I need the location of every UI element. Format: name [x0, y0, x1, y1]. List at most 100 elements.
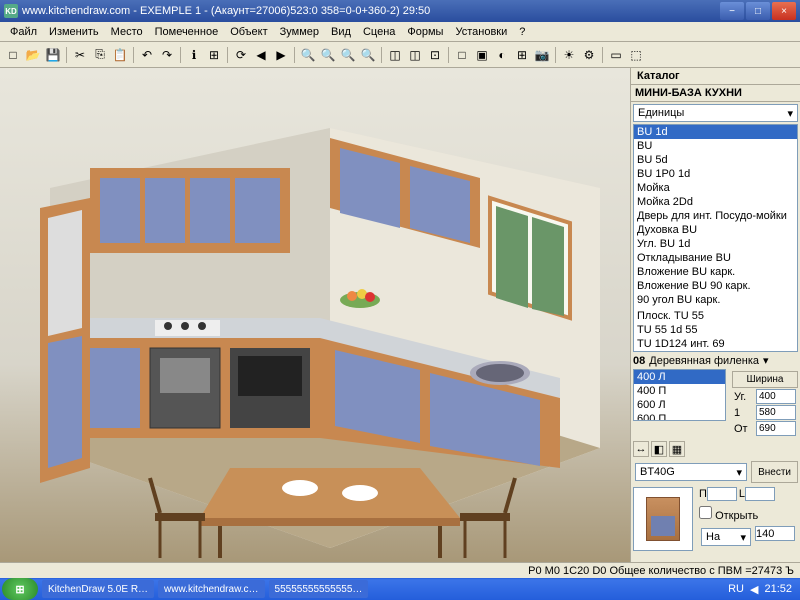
code-dropdown[interactable]: BT40G▾: [635, 463, 747, 481]
app-icon: KD: [4, 4, 18, 18]
chevron-down-icon: ▾: [787, 107, 793, 120]
list-item[interactable]: 600 Л: [634, 398, 725, 412]
width-button[interactable]: Ширина: [732, 371, 798, 388]
tray-icon[interactable]: ◀: [750, 583, 758, 596]
task-button[interactable]: www.kitchendraw.c…: [158, 580, 264, 598]
menu-view[interactable]: Вид: [325, 24, 357, 40]
light-icon[interactable]: ☀: [560, 46, 578, 64]
tool1-icon[interactable]: ⚙: [580, 46, 598, 64]
window-title: www.kitchendraw.com - EXEMPLE 1 - (Акаун…: [22, 5, 720, 17]
list-item[interactable]: BU 5d: [634, 153, 797, 167]
col1-input[interactable]: [756, 405, 796, 420]
list-item[interactable]: Мойка: [634, 181, 797, 195]
list-item[interactable]: Вложение BU 90 карк.: [634, 279, 797, 293]
cut-icon[interactable]: ✂: [71, 46, 89, 64]
statusbar: P0 M0 1C20 D0 Общее количество с ПВМ =27…: [0, 562, 800, 578]
open-checkbox[interactable]: [699, 506, 712, 519]
menu-place[interactable]: Место: [105, 24, 149, 40]
zoom-fit-icon[interactable]: 🔍: [339, 46, 357, 64]
catalog-name: МИНИ-БАЗА КУХНИ: [631, 85, 800, 102]
maximize-button[interactable]: □: [746, 2, 770, 20]
style-icon[interactable]: ▦: [669, 441, 685, 457]
list-item[interactable]: 90 угол BU карк.: [634, 293, 797, 307]
3d-viewport[interactable]: [0, 68, 630, 562]
camera-icon[interactable]: 📷: [533, 46, 551, 64]
view3-icon[interactable]: ⊡: [426, 46, 444, 64]
list-item[interactable]: TU 1D124 инт. 69: [634, 337, 797, 351]
taskbar: ⊞ KitchenDraw 5.0E R… www.kitchendraw.c……: [0, 578, 800, 600]
list-item[interactable]: Вложение BU карк.: [634, 265, 797, 279]
pos-value-input[interactable]: [755, 526, 795, 541]
menu-forms[interactable]: Формы: [401, 24, 449, 40]
start-button[interactable]: ⊞: [2, 578, 38, 600]
task-button[interactable]: 55555555555555…: [269, 580, 369, 598]
undo-icon[interactable]: ↶: [138, 46, 156, 64]
render3-icon[interactable]: ◐: [493, 46, 511, 64]
items-listbox[interactable]: BU 1dBUBU 5dBU 1P0 1dМойкаМойка 2DdДверь…: [633, 124, 798, 352]
list-item[interactable]: TU 55 1d 55: [634, 323, 797, 337]
save-icon[interactable]: 💾: [44, 46, 62, 64]
list-item[interactable]: BU 1P0 1d: [634, 167, 797, 181]
ot-input[interactable]: [756, 421, 796, 436]
chevron-down-icon[interactable]: ▾: [763, 354, 769, 367]
menu-zoomer[interactable]: Зуммер: [274, 24, 325, 40]
close-button[interactable]: ×: [772, 2, 796, 20]
prev-icon[interactable]: ◀: [252, 46, 270, 64]
db-icon[interactable]: ⊞: [205, 46, 223, 64]
list-item[interactable]: BU 1d: [634, 125, 797, 139]
ug-input[interactable]: [756, 389, 796, 404]
menu-file[interactable]: Файл: [4, 24, 43, 40]
zoom-all-icon[interactable]: 🔍: [359, 46, 377, 64]
tool3-icon[interactable]: ⬚: [627, 46, 645, 64]
paste-icon[interactable]: 📋: [111, 46, 129, 64]
list-item[interactable]: 400 Л: [634, 370, 725, 384]
l-input[interactable]: [745, 487, 775, 501]
tool2-icon[interactable]: ▭: [607, 46, 625, 64]
units-dropdown[interactable]: Единицы▾: [633, 104, 798, 122]
list-item[interactable]: Дверь для инт. Посудо-мойки: [634, 209, 797, 223]
list-item[interactable]: BU: [634, 139, 797, 153]
next-icon[interactable]: ▶: [272, 46, 290, 64]
list-item[interactable]: Откладывание BU: [634, 251, 797, 265]
titlebar: KD www.kitchendraw.com - EXEMPLE 1 - (Ак…: [0, 0, 800, 22]
minimize-button[interactable]: −: [720, 2, 744, 20]
render2-icon[interactable]: ▣: [473, 46, 491, 64]
menu-edit[interactable]: Изменить: [43, 24, 105, 40]
list-item[interactable]: Мойка 2Dd: [634, 195, 797, 209]
refresh-icon[interactable]: ⟳: [232, 46, 250, 64]
dim-icon[interactable]: ↔: [633, 441, 649, 457]
info-icon[interactable]: ℹ: [185, 46, 203, 64]
redo-icon[interactable]: ↷: [158, 46, 176, 64]
view2-icon[interactable]: ◫: [406, 46, 424, 64]
list-item[interactable]: Угл. BU 1d: [634, 237, 797, 251]
pos-dropdown[interactable]: На▾: [701, 528, 751, 546]
catalog-tab[interactable]: Каталог: [631, 68, 800, 85]
new-icon[interactable]: □: [4, 46, 22, 64]
task-button[interactable]: KitchenDraw 5.0E R…: [42, 580, 154, 598]
clock: 21:52: [764, 583, 792, 595]
copy-icon[interactable]: ⎘: [91, 46, 109, 64]
list-item[interactable]: TU 55 инт. 1D97 инт.: [634, 351, 797, 352]
list-item[interactable]: Духовка BU: [634, 223, 797, 237]
menu-settings[interactable]: Установки: [449, 24, 513, 40]
view1-icon[interactable]: ◫: [386, 46, 404, 64]
list-item[interactable]: 600 П: [634, 412, 725, 421]
zoom-in-icon[interactable]: 🔍: [299, 46, 317, 64]
open-icon[interactable]: 📂: [24, 46, 42, 64]
side-panel: Каталог МИНИ-БАЗА КУХНИ Единицы▾ BU 1dBU…: [630, 68, 800, 562]
menu-marked[interactable]: Помеченное: [149, 24, 225, 40]
list-item[interactable]: Плоск. TU 55: [634, 309, 797, 323]
color-icon[interactable]: ◧: [651, 441, 667, 457]
insert-button[interactable]: Внести: [751, 461, 798, 483]
section-number: 08: [633, 355, 645, 367]
menu-help[interactable]: ?: [513, 24, 531, 40]
list-item[interactable]: 400 П: [634, 384, 725, 398]
render1-icon[interactable]: □: [453, 46, 471, 64]
lang-indicator[interactable]: RU: [728, 583, 744, 595]
render4-icon[interactable]: ⊞: [513, 46, 531, 64]
menu-scene[interactable]: Сцена: [357, 24, 401, 40]
zoom-out-icon[interactable]: 🔍: [319, 46, 337, 64]
sizes-listbox[interactable]: 400 Л400 П600 Л600 П: [633, 369, 726, 421]
menu-object[interactable]: Объект: [224, 24, 273, 40]
p-input[interactable]: [707, 487, 737, 501]
